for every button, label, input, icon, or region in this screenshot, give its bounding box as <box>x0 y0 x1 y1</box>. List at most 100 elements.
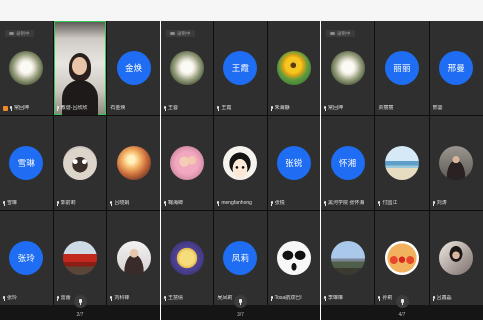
participant-grid: 录制中 常回坤 教谐-吕欣欣 金焕 石金焕 雪琳 雪琳 郭前莉 吕晓娟 张玲 张… <box>0 21 160 305</box>
participant-name: 吴凤莉 <box>217 295 233 301</box>
participant-name: 雷蕾 <box>60 295 71 301</box>
participant-name-bar: 贾丽丽 <box>378 105 426 111</box>
top-bar <box>0 0 483 21</box>
participant-tile[interactable]: 雷蕾 <box>53 211 107 305</box>
participant-avatar <box>170 241 205 275</box>
participant-tile[interactable]: 朱海静 <box>267 21 320 115</box>
participant-name: 贾丽丽 <box>378 105 394 111</box>
participant-tile[interactable]: 邢曼 邢曼 <box>429 21 483 115</box>
microphone-icon <box>164 105 166 111</box>
microphone-icon <box>400 298 404 305</box>
recording-badge: 录制中 <box>5 30 34 37</box>
microphone-icon <box>78 298 82 305</box>
participant-tile[interactable]: 吕晓娟 <box>107 116 160 210</box>
microphone-icon <box>110 200 113 206</box>
participant-avatar-initials: 邢曼 <box>439 51 474 85</box>
participant-avatar <box>276 241 311 275</box>
microphone-icon <box>56 200 59 206</box>
participant-tile[interactable]: 王霞 王霞 <box>214 21 267 115</box>
participant-name-bar: 雪琳 <box>3 200 51 206</box>
participant-name-bar: 教谐-吕欣欣 <box>56 105 105 111</box>
participant-tile[interactable]: 李琳琳 <box>321 211 375 305</box>
microphone-icon <box>3 295 5 301</box>
participant-name-bar: 黑河学院 张怀湘 <box>324 200 372 206</box>
microphone-icon <box>324 200 326 206</box>
participant-tile[interactable]: mengfanhong <box>214 116 267 210</box>
recording-label: 录制中 <box>177 31 191 36</box>
microphone-icon <box>432 200 435 206</box>
participant-name-bar: 鞠海卿 <box>164 200 211 206</box>
microphone-icon <box>56 105 59 111</box>
participant-name: 雪琳 <box>7 200 18 206</box>
participant-avatar <box>276 51 311 85</box>
participant-name: 张玲 <box>7 295 18 301</box>
participant-name: 鞠海卿 <box>168 200 184 206</box>
page-indicator: 2/7 <box>76 312 84 318</box>
participant-name: 郭前莉 <box>60 200 76 206</box>
participant-avatar-initials: 王霞 <box>223 51 258 85</box>
microphone-icon <box>56 295 59 301</box>
participant-tile[interactable]: 鞠海卿 <box>161 116 214 210</box>
microphone-icon <box>324 295 326 301</box>
microphone-icon <box>10 105 12 111</box>
participant-avatar <box>384 241 419 275</box>
page-footer: 2/7 <box>0 295 160 320</box>
participant-tile[interactable]: 付国江 <box>375 116 429 210</box>
cloud-icon <box>9 32 14 35</box>
participant-name-bar: 吕鑫磊 <box>432 295 481 301</box>
participant-tile[interactable]: 录制中 常回坤 <box>0 21 53 115</box>
mute-toggle-button[interactable] <box>234 295 247 308</box>
participant-tile[interactable]: 张玲 张玲 <box>0 211 53 305</box>
participant-name-bar: 朱海静 <box>270 105 318 111</box>
participant-tile-speaking[interactable]: 教谐-吕欣欣 <box>53 21 107 115</box>
participant-name: 教谐-吕欣欣 <box>60 105 88 111</box>
participant-tile[interactable]: 刘科锋 <box>107 211 160 305</box>
participant-name-bar: 邢曼 <box>433 105 481 111</box>
participant-name-bar: 郭前莉 <box>56 200 105 206</box>
participant-tile[interactable]: 怀湘 黑河学院 张怀湘 <box>321 116 375 210</box>
participant-avatar <box>170 146 205 180</box>
participant-tile[interactable]: 郭前莉 <box>53 116 107 210</box>
participant-name-bar: Tosa航双巴I <box>270 295 318 301</box>
microphone-icon <box>270 200 273 206</box>
participant-tile[interactable]: 王慧倩 <box>161 211 214 305</box>
participant-name-bar: 李琳琳 <box>324 295 372 301</box>
participant-tile[interactable]: 张锐 张锐 <box>267 116 320 210</box>
participant-tile[interactable]: 金焕 石金焕 <box>107 21 160 115</box>
participant-name: mengfanhong <box>221 200 252 206</box>
participant-name: 刘科锋 <box>114 295 130 301</box>
participant-avatar <box>330 51 365 85</box>
participant-name-bar: 常回坤 <box>324 105 372 111</box>
participant-tile[interactable]: 录制中 王蓉 <box>161 21 214 115</box>
participant-tile[interactable]: 雪琳 雪琳 <box>0 116 53 210</box>
mute-toggle-button[interactable] <box>73 295 87 308</box>
microphone-icon <box>164 295 166 301</box>
page-indicator: 3/7 <box>237 312 244 318</box>
participant-avatar <box>116 241 151 275</box>
microphone-icon <box>432 295 435 301</box>
mute-toggle-button[interactable] <box>395 295 409 308</box>
microphone-icon <box>378 200 381 206</box>
participant-name: 李琳琳 <box>328 295 344 301</box>
microphone-icon <box>378 295 381 301</box>
participant-video-feed <box>53 21 107 115</box>
participant-tile[interactable]: 吕鑫磊 <box>429 211 483 305</box>
participant-tile[interactable]: 凤莉 吴凤莉 <box>214 211 267 305</box>
participant-avatar <box>439 241 474 275</box>
participant-name-bar: mengfanhong <box>217 200 264 206</box>
participant-name-bar: 刘涛 <box>432 200 481 206</box>
participant-tile[interactable]: 录制中 常回坤 <box>321 21 375 115</box>
participant-name: 黑河学院 张怀湘 <box>328 200 365 206</box>
participant-tile[interactable]: Tosa航双巴I <box>267 211 320 305</box>
cloud-icon <box>170 32 175 35</box>
participant-name: 石金焕 <box>110 105 126 111</box>
participant-name-bar: 刘科锋 <box>110 295 158 301</box>
participant-avatar <box>384 146 419 180</box>
participant-tile[interactable]: 孙莉 <box>375 211 429 305</box>
microphone-icon <box>239 298 242 305</box>
participant-avatar-initials: 张锐 <box>276 146 311 180</box>
participant-grid: 录制中 常回坤 丽丽 贾丽丽 邢曼 邢曼 怀湘 黑河学院 张怀湘 付国江 刘涛 … <box>321 21 483 305</box>
participant-tile[interactable]: 刘涛 <box>429 116 483 210</box>
participant-name: 付国江 <box>382 200 398 206</box>
participant-tile[interactable]: 丽丽 贾丽丽 <box>375 21 429 115</box>
